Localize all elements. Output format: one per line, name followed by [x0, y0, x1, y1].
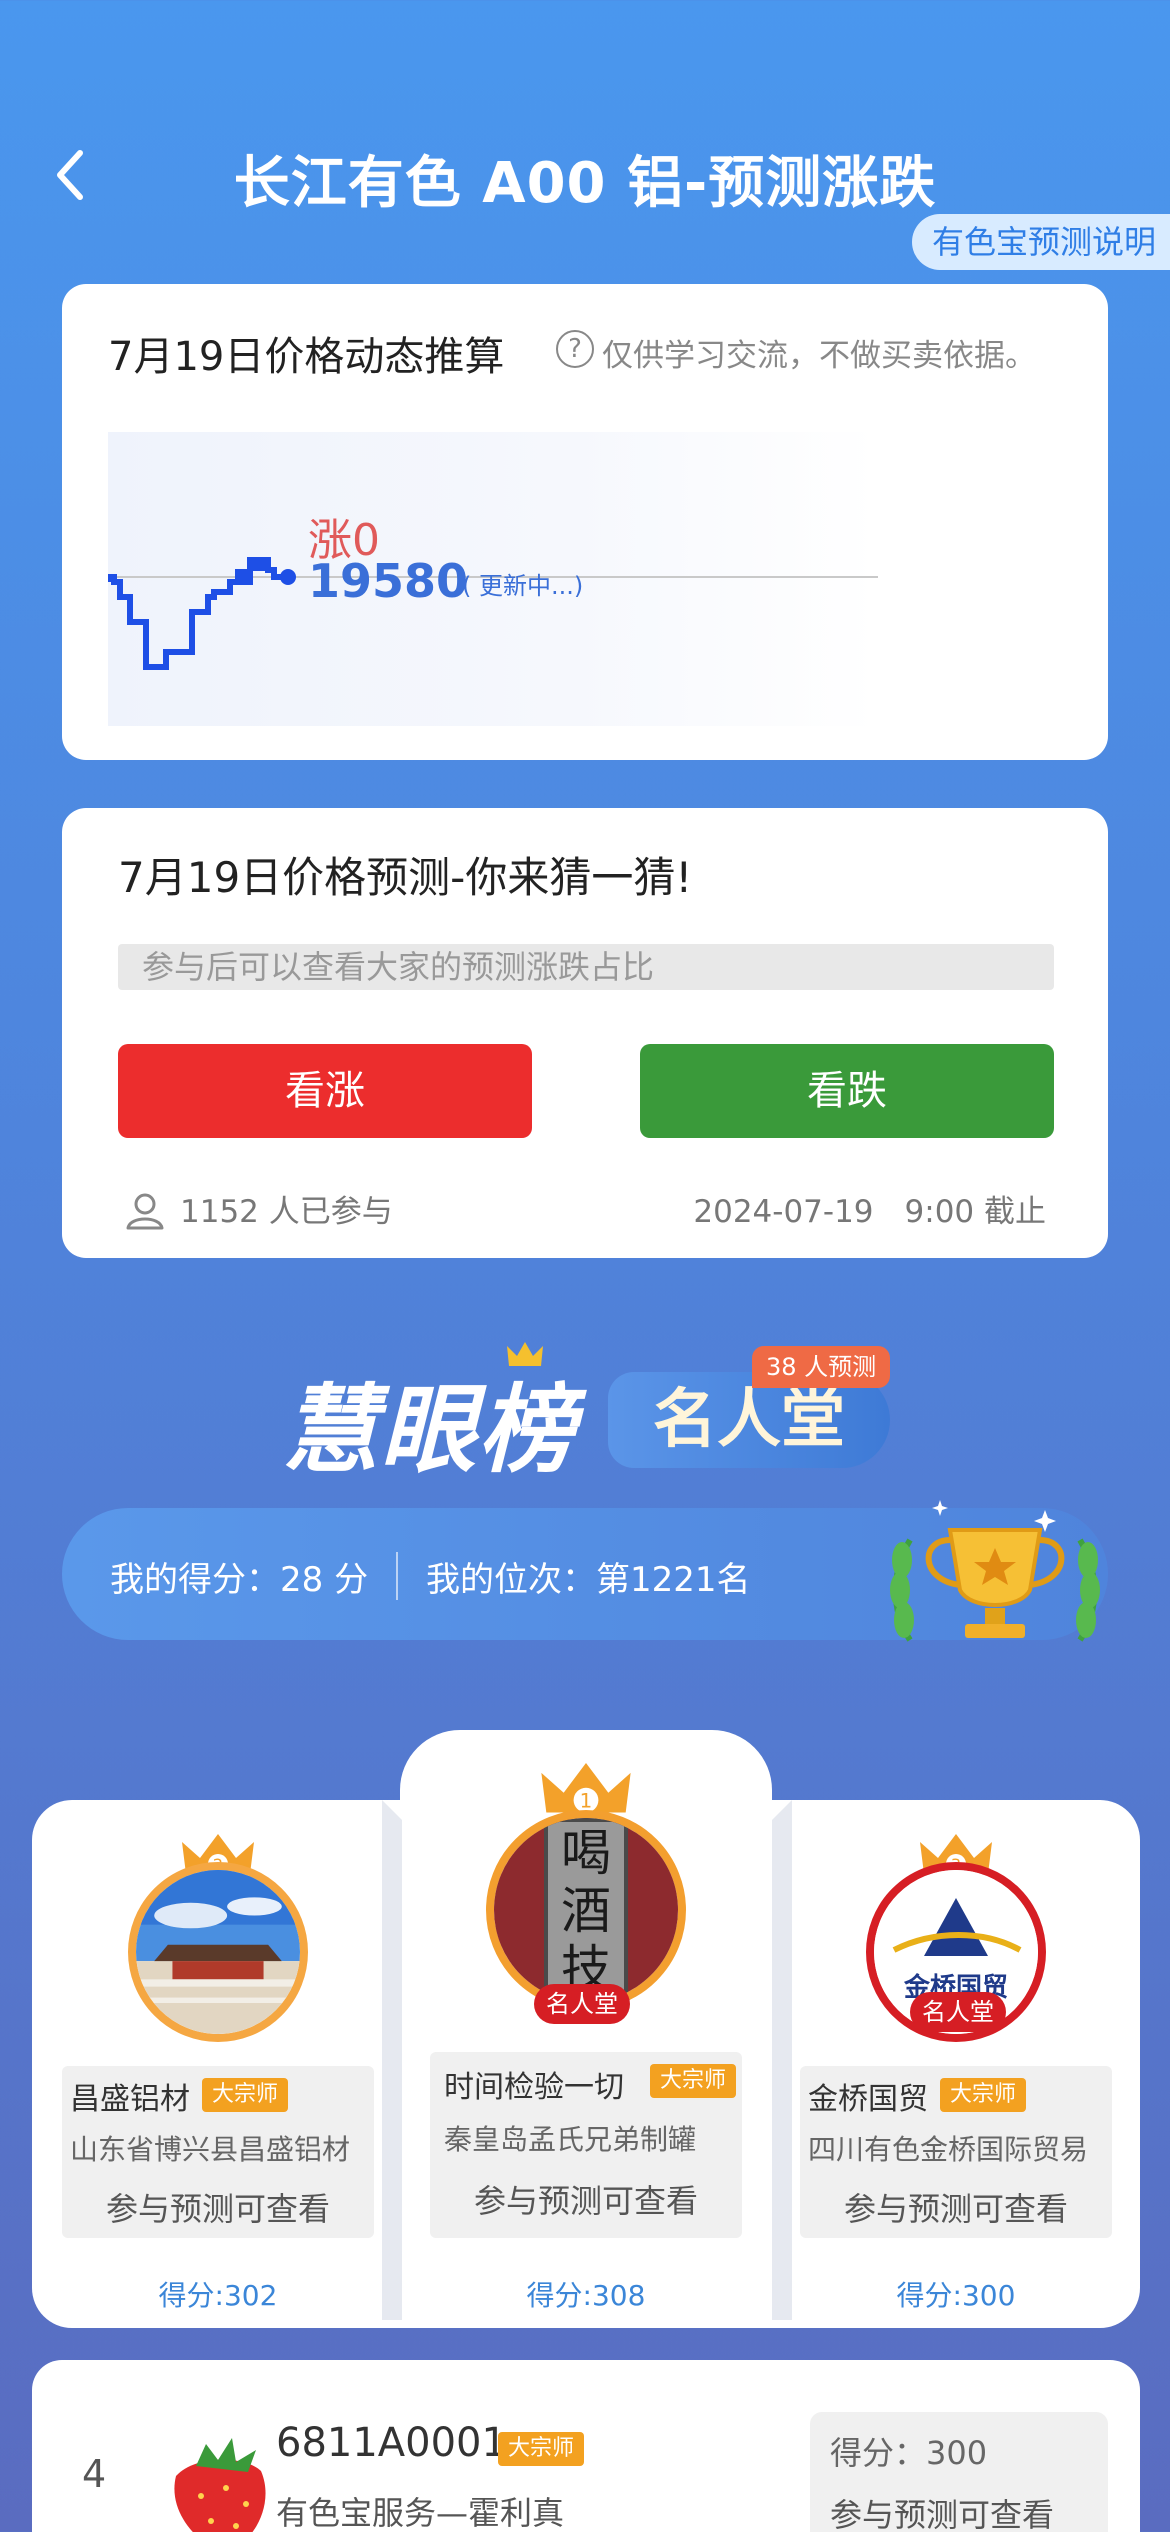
question-circle-icon[interactable]: ?	[556, 330, 594, 368]
avatar-character: 酒	[561, 1882, 611, 1940]
divider	[382, 1800, 402, 2320]
company-name: 有色宝服务—霍利真	[276, 2494, 565, 2532]
prediction-ratio-bar: 参与后可以查看大家的预测涨跌占比	[118, 944, 1054, 990]
current-price: 19580	[308, 554, 469, 608]
master-badge: 大宗师	[940, 2078, 1027, 2112]
user-name: 时间检验一切	[444, 2070, 624, 2105]
avatar-character: 喝	[561, 1824, 611, 1882]
calligraphy-avatar: 喝 酒 技	[494, 1818, 678, 2002]
podium-rank-1[interactable]: 1 喝 酒 技 名人堂 时间检验一切 大宗师 秦皇岛孟氏兄弟制罐 参与预测可查看…	[430, 1758, 742, 2318]
participant-count: 1152 人已参与	[180, 1194, 393, 1230]
company-name: 秦皇岛孟氏兄弟制罐	[444, 2123, 697, 2156]
trophy-icon	[890, 1500, 1100, 1642]
predict-down-button[interactable]: 看跌	[640, 1044, 1054, 1138]
user-name: 昌盛铝材	[70, 2082, 190, 2117]
info-box: 时间检验一切 大宗师 秦皇岛孟氏兄弟制罐 参与预测可查看	[430, 2052, 742, 2238]
score: 得分：300	[830, 2434, 988, 2472]
info-box: 昌盛铝材 大宗师 山东省博兴县昌盛铝材 参与预测可查看	[62, 2066, 374, 2238]
leaderboard-title: 慧眼榜	[282, 1374, 576, 1486]
score: 得分:308	[526, 2279, 646, 2312]
hall-of-fame-tag: 名人堂	[534, 1984, 630, 2024]
current-price-dot	[280, 569, 296, 585]
update-status: ( 更新中...)	[462, 572, 584, 600]
divider	[396, 1552, 398, 1600]
company-name: 山东省博兴县昌盛铝材	[70, 2133, 351, 2166]
strawberry-avatar	[174, 2438, 266, 2532]
prediction-card: 7月19日价格预测-你来猜一猜! 参与后可以查看大家的预测涨跌占比 看涨 看跌 …	[62, 808, 1108, 1258]
prediction-explanation-link[interactable]: 有色宝预测说明	[911, 214, 1170, 270]
avatar: 喝 酒 技	[486, 1810, 686, 2010]
predictor-count-badge: 38 人预测	[752, 1346, 891, 1388]
score: 得分:302	[158, 2279, 278, 2312]
deadline: 2024-07-19 9:00 截止	[693, 1194, 1046, 1230]
user-name: 金桥国贸	[808, 2082, 928, 2117]
view-after-predict: 参与预测可查看	[473, 2182, 698, 2220]
rank-number: 4	[82, 2452, 107, 2496]
dynamic-card-title: 7月19日价格动态推算	[108, 334, 505, 380]
view-after-predict: 参与预测可查看	[830, 2496, 1055, 2532]
info-box: 金桥国贸 大宗师 四川有色金桥国际贸易 参与预测可查看	[800, 2066, 1112, 2238]
company-name: 四川有色金桥国际贸易	[808, 2133, 1089, 2166]
page-title: 长江有色 A00 铝-预测涨跌	[233, 151, 937, 216]
avatar	[128, 1862, 308, 2042]
score: 得分:300	[896, 2279, 1016, 2312]
user-name: 6811A0001	[276, 2420, 507, 2466]
prediction-title: 7月19日价格预测-你来猜一猜!	[118, 853, 693, 902]
disclaimer-note: 仅供学习交流，不做买卖依据。	[602, 338, 1036, 374]
person-icon	[126, 1193, 164, 1230]
crown-icon	[507, 1342, 543, 1366]
leaderboard-row[interactable]: 4 6811A0001 大宗师 有色宝服务—霍利真 得分：300 参与预测可查看	[32, 2360, 1140, 2532]
view-after-predict: 参与预测可查看	[105, 2190, 330, 2228]
podium-rank-2[interactable]: 2 昌盛铝材 大宗师 山东省博兴县昌盛铝材 参与预测可查看 得分:302	[62, 1830, 374, 2312]
divider	[772, 1800, 792, 2320]
hall-of-fame-tag: 名人堂	[910, 1992, 1006, 2032]
score-box: 得分：300 参与预测可查看	[810, 2412, 1108, 2532]
master-badge: 大宗师	[650, 2064, 737, 2098]
master-badge: 大宗师	[498, 2432, 585, 2466]
podium-rank-3[interactable]: 3 金桥国贸 名人堂 金桥国贸 大宗师 四川有色金桥国际贸易 参与预测可查看 得…	[800, 1830, 1112, 2312]
price-dynamic-card: 7月19日价格动态推算 ? 仅供学习交流，不做买卖依据。 涨0 19580 ( …	[62, 284, 1108, 760]
my-score: 我的得分：28 分	[110, 1560, 369, 1600]
master-badge: 大宗师	[202, 2078, 289, 2112]
view-after-predict: 参与预测可查看	[843, 2190, 1068, 2228]
palace-photo	[136, 1870, 300, 2034]
predict-up-button[interactable]: 看涨	[118, 1044, 532, 1138]
my-rank: 我的位次：第1221名	[426, 1560, 751, 1600]
